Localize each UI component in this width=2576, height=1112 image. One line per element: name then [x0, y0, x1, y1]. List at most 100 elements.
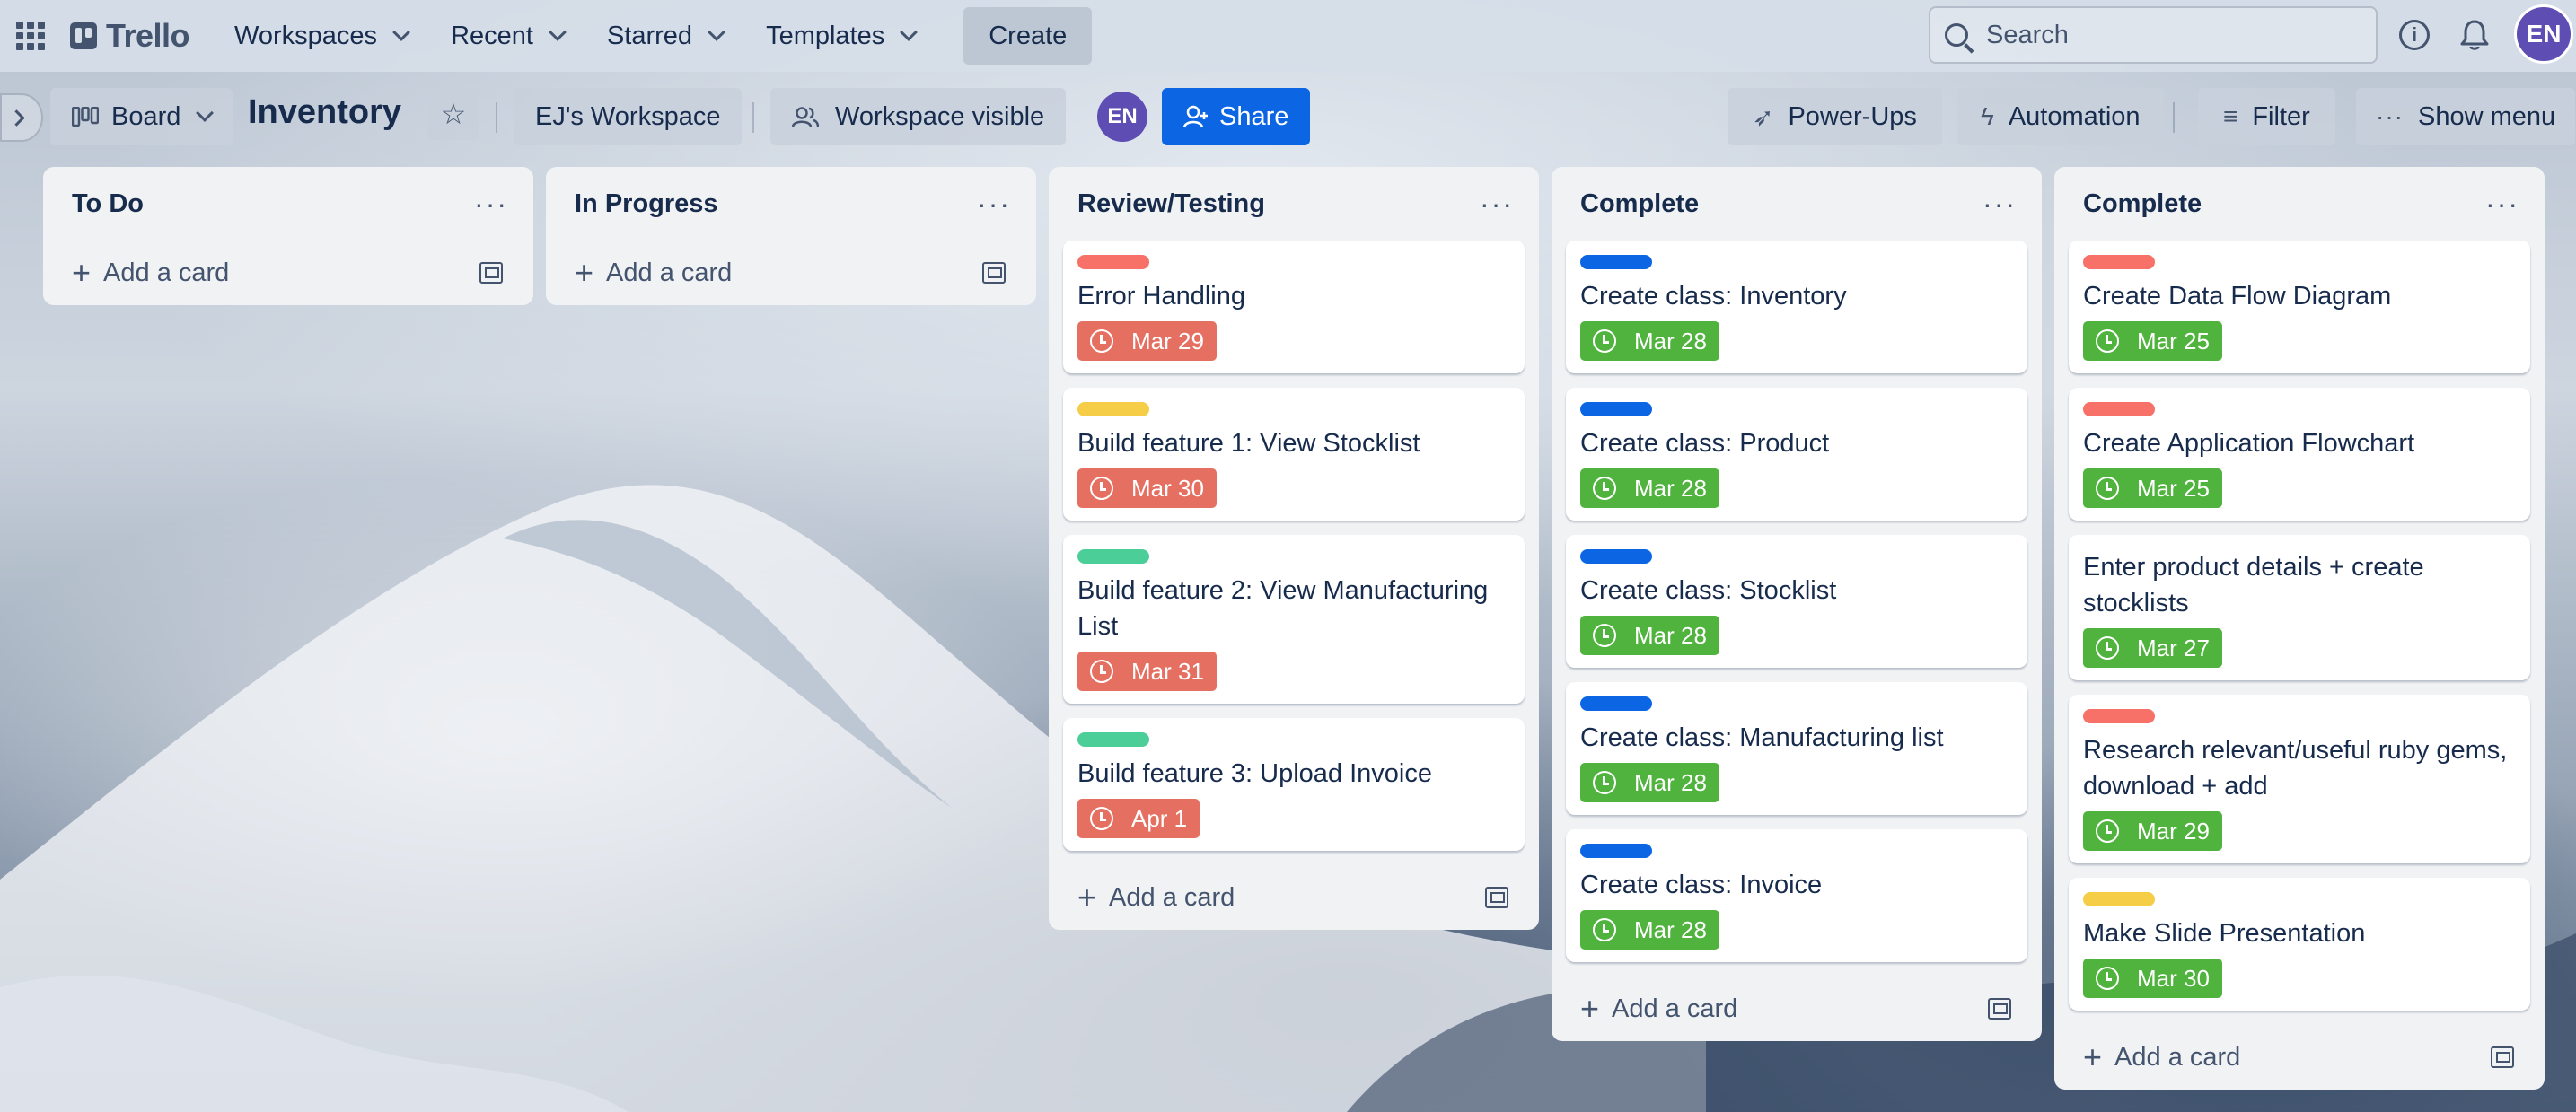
list-actions-icon[interactable]: ···: [1480, 189, 1525, 218]
card-label-blue[interactable]: [1580, 255, 1652, 269]
automation-button[interactable]: ϟ Automation: [1957, 88, 2164, 145]
due-date-badge[interactable]: Mar 31: [1077, 652, 1217, 691]
create-from-template-icon[interactable]: [982, 262, 1006, 284]
due-date-badge[interactable]: Mar 29: [1077, 321, 1217, 361]
share-button[interactable]: Share: [1162, 88, 1311, 145]
list-title[interactable]: Complete: [2083, 189, 2202, 219]
card-label-red[interactable]: [2083, 709, 2155, 723]
star-board-icon[interactable]: ☆: [427, 88, 479, 140]
due-date-text: Mar 29: [2137, 817, 2210, 845]
card-label-blue[interactable]: [1580, 402, 1652, 416]
board-view-switcher[interactable]: Board: [50, 88, 233, 145]
recent-menu[interactable]: Recent: [431, 11, 584, 61]
app-switcher-icon[interactable]: [14, 20, 47, 52]
card[interactable]: Error Handling Mar 29: [1063, 241, 1525, 373]
recent-label: Recent: [451, 21, 533, 50]
due-date-badge[interactable]: Mar 28: [1580, 616, 1719, 655]
card[interactable]: Build feature 1: View Stocklist Mar 30: [1063, 388, 1525, 521]
create-from-template-icon[interactable]: [479, 262, 503, 284]
clock-icon: [2096, 819, 2119, 843]
list-header: Review/Testing ···: [1063, 167, 1525, 241]
list-column[interactable]: To Do ··· + Add a card: [43, 167, 533, 305]
due-date-badge[interactable]: Mar 28: [1580, 321, 1719, 361]
list-actions-icon[interactable]: ···: [474, 189, 519, 218]
card[interactable]: Build feature 2: View Manufacturing List…: [1063, 535, 1525, 704]
list-title[interactable]: In Progress: [575, 189, 718, 219]
card-label-red[interactable]: [1077, 255, 1149, 269]
card-title: Error Handling: [1077, 282, 1245, 311]
add-card-button[interactable]: + Add a card: [1566, 976, 2027, 1041]
due-date-badge[interactable]: Mar 30: [2083, 959, 2222, 998]
card-label-blue[interactable]: [1580, 844, 1652, 858]
list-column[interactable]: In Progress ··· + Add a card: [546, 167, 1036, 305]
power-ups-button[interactable]: ➶ Power-Ups: [1728, 88, 1942, 145]
create-from-template-icon[interactable]: [1485, 887, 1508, 908]
due-date-badge[interactable]: Mar 30: [1077, 468, 1217, 508]
card[interactable]: Create class: Inventory Mar 28: [1566, 241, 2027, 373]
due-date-badge[interactable]: Mar 29: [2083, 811, 2222, 851]
card[interactable]: Build feature 3: Upload Invoice Apr 1: [1063, 718, 1525, 851]
list-column[interactable]: Complete ··· Create Data Flow Diagram Mar 2…: [2054, 167, 2545, 1090]
card[interactable]: Create Application Flowchart Mar 25: [2069, 388, 2530, 521]
card-label-red[interactable]: [2083, 255, 2155, 269]
card[interactable]: Create class: Product Mar 28: [1566, 388, 2027, 521]
filter-button[interactable]: ≡ Filter: [2198, 88, 2335, 145]
card[interactable]: Create class: Invoice Mar 28: [1566, 829, 2027, 962]
list-actions-icon[interactable]: ···: [1983, 189, 2027, 218]
due-date-badge[interactable]: Apr 1: [1077, 799, 1200, 838]
card-label-yellow[interactable]: [2083, 892, 2155, 906]
card-label-green[interactable]: [1077, 549, 1149, 564]
list-column[interactable]: Review/Testing ··· Error Handling Mar 29 Bui…: [1049, 167, 1539, 930]
list-actions-icon[interactable]: ···: [977, 189, 1022, 218]
card-label-red[interactable]: [2083, 402, 2155, 416]
workspaces-menu[interactable]: Workspaces: [215, 11, 427, 61]
list-header: In Progress ···: [560, 167, 1022, 241]
add-card-button[interactable]: + Add a card: [2069, 1025, 2530, 1090]
board-title[interactable]: Inventory: [248, 93, 401, 132]
list-title[interactable]: Review/Testing: [1077, 189, 1265, 219]
board-member-avatar[interactable]: EN: [1097, 92, 1147, 142]
due-date-badge[interactable]: Mar 28: [1580, 468, 1719, 508]
card[interactable]: Create Data Flow Diagram Mar 25: [2069, 241, 2530, 373]
list-title[interactable]: Complete: [1580, 189, 1699, 219]
card[interactable]: Enter product details + create stocklist…: [2069, 535, 2530, 680]
due-date-badge[interactable]: Mar 28: [1580, 763, 1719, 802]
templates-menu[interactable]: Templates: [746, 11, 935, 61]
clock-icon: [1593, 771, 1616, 794]
card[interactable]: Research relevant/useful ruby gems, down…: [2069, 695, 2530, 863]
due-date-badge[interactable]: Mar 25: [2083, 468, 2222, 508]
list-column[interactable]: Complete ··· Create class: Inventory Mar 28…: [1552, 167, 2042, 1041]
list-title[interactable]: To Do: [72, 189, 144, 219]
sidebar-expand-button[interactable]: [0, 93, 43, 142]
add-card-button[interactable]: + Add a card: [560, 241, 1022, 305]
chevron-down-icon: [708, 23, 725, 41]
info-icon[interactable]: i: [2399, 20, 2430, 50]
add-card-button[interactable]: + Add a card: [57, 241, 519, 305]
list-actions-icon[interactable]: ···: [2485, 189, 2530, 218]
card[interactable]: Create class: Stocklist Mar 28: [1566, 535, 2027, 668]
card-label-blue[interactable]: [1580, 549, 1652, 564]
clock-icon: [1090, 477, 1113, 500]
card-label-blue[interactable]: [1580, 696, 1652, 711]
search-input[interactable]: Search: [1929, 6, 2378, 64]
show-menu-button[interactable]: ··· Show menu: [2356, 88, 2576, 145]
notification-bell-icon[interactable]: [2458, 18, 2491, 52]
add-card-label: Add a card: [2114, 1042, 2241, 1072]
visibility-button[interactable]: Workspace visible: [770, 88, 1067, 145]
create-from-template-icon[interactable]: [2491, 1046, 2514, 1068]
due-date-badge[interactable]: Mar 28: [1580, 910, 1719, 950]
account-avatar[interactable]: EN: [2514, 4, 2573, 64]
due-date-badge[interactable]: Mar 27: [2083, 628, 2222, 668]
due-date-badge[interactable]: Mar 25: [2083, 321, 2222, 361]
create-button[interactable]: Create: [963, 7, 1093, 65]
trello-logo[interactable]: Trello: [70, 17, 190, 55]
create-from-template-icon[interactable]: [1988, 998, 2011, 1020]
due-date-text: Mar 25: [2137, 474, 2210, 502]
card[interactable]: Make Slide Presentation Mar 30: [2069, 878, 2530, 1011]
card-label-yellow[interactable]: [1077, 402, 1149, 416]
add-card-button[interactable]: + Add a card: [1063, 865, 1525, 930]
starred-menu[interactable]: Starred: [587, 11, 743, 61]
workspace-button[interactable]: EJ's Workspace: [514, 88, 743, 145]
card[interactable]: Create class: Manufacturing list Mar 28: [1566, 682, 2027, 815]
card-label-green[interactable]: [1077, 732, 1149, 747]
